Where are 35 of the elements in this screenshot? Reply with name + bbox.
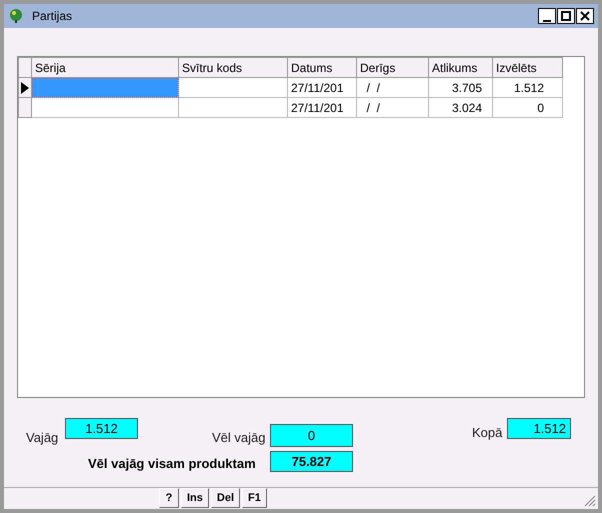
maximize-button[interactable] bbox=[557, 8, 575, 24]
table-cell: 1.512 bbox=[492, 78, 562, 98]
value-field: 0 bbox=[270, 424, 353, 447]
field-label: Vajāg bbox=[26, 429, 58, 447]
minimize-icon bbox=[543, 20, 551, 23]
maximize-icon bbox=[561, 11, 571, 21]
column-header[interactable]: Atlikums bbox=[428, 58, 492, 78]
field-label: Kopā bbox=[472, 424, 502, 442]
column-header[interactable]: Svītru kods bbox=[178, 58, 288, 78]
value-field: 75.827 bbox=[270, 451, 353, 472]
table-cell: 27/11/201 bbox=[288, 98, 356, 118]
column-header[interactable]: Izvēlēts bbox=[492, 58, 562, 78]
toolbar-button[interactable]: Ins bbox=[181, 488, 209, 508]
table-cell: 27/11/201 bbox=[288, 78, 356, 98]
column-header[interactable]: Sērija bbox=[32, 58, 178, 78]
close-button[interactable] bbox=[576, 8, 594, 24]
value-field: 1.512 bbox=[507, 418, 571, 439]
minimize-button[interactable] bbox=[538, 8, 556, 24]
resize-grip-icon bbox=[584, 495, 596, 507]
field-label: Vēl vajāg bbox=[212, 429, 266, 447]
table-cell: 0 bbox=[492, 98, 562, 118]
column-header[interactable]: Datums bbox=[288, 58, 356, 78]
table-cell: 3.024 bbox=[428, 98, 492, 118]
field-label: Vēl vajāg visam produktam bbox=[88, 455, 256, 473]
toolbar-button[interactable]: Del bbox=[210, 488, 240, 508]
app-icon bbox=[8, 8, 24, 24]
table-cell: / / bbox=[356, 78, 428, 98]
value-field: 1.512 bbox=[65, 418, 138, 439]
toolbar-button[interactable]: ? bbox=[159, 488, 179, 508]
table-cell: / / bbox=[356, 98, 428, 118]
toolbar-button[interactable]: F1 bbox=[242, 488, 267, 508]
table-cell: 3.705 bbox=[428, 78, 492, 98]
column-header[interactable]: Derīgs bbox=[356, 58, 428, 78]
window-title: Partijas bbox=[32, 8, 72, 25]
close-icon bbox=[580, 11, 590, 21]
